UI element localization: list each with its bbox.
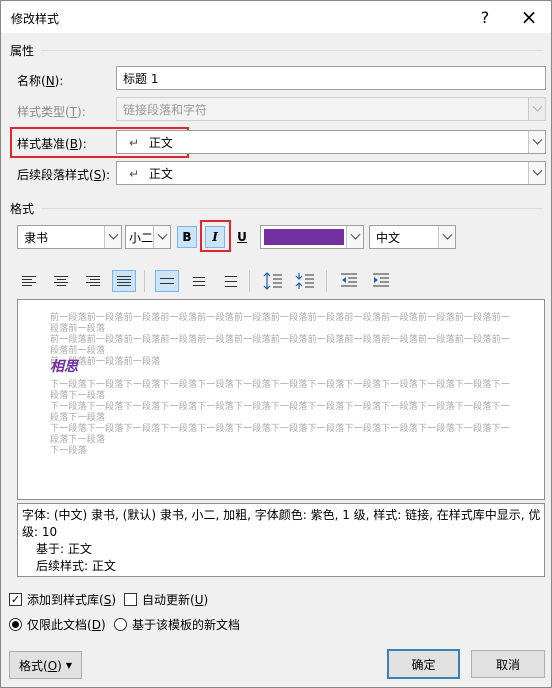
chevron-down-icon[interactable] <box>153 226 170 248</box>
preview-line: 前一段落前一段落前一段落前一段落前一段落前一段落前一段落前一段落前一段落前一段落… <box>50 335 511 356</box>
add-to-gallery-label: 添加到样式库(S) <box>27 593 116 607</box>
radio-unselected-icon <box>114 618 127 631</box>
chevron-down-icon <box>528 98 545 120</box>
preview-line: 下一段落 <box>50 446 87 456</box>
title-bar: 修改样式 ? × <box>1 1 551 33</box>
paragraph-mark-icon: ↵ <box>129 136 140 150</box>
chevron-down-icon[interactable] <box>346 226 363 248</box>
new-documents-template-label: 基于该模板的新文档 <box>132 618 241 632</box>
style-type-combo: 链接段落和字符 <box>116 97 546 121</box>
one-half-spacing-icon[interactable] <box>187 270 211 292</box>
format-button-label: 格式(O) <box>19 658 62 673</box>
single-spacing-icon[interactable] <box>155 270 179 292</box>
modify-style-dialog: 修改样式 ? × 属性 名称(N): 标题 1 样式类型(T): 链接段落和字符… <box>0 0 552 688</box>
format-menu-button[interactable]: 格式(O) ▼ <box>9 651 82 679</box>
dialog-title: 修改样式 <box>11 12 60 26</box>
script-value: 中文 <box>376 231 401 245</box>
format-group-label: 格式 <box>10 202 35 216</box>
description-line: 级: 10 <box>22 525 58 539</box>
preview-line: 前一段落前一段落前一段落 <box>50 357 161 367</box>
style-preview-pane: 前一段落前一段落前一段落前一段落前一段落前一段落前一段落前一段落前一段落前一段落… <box>17 299 545 500</box>
description-based-on: 基于: 正文 <box>36 542 92 556</box>
close-icon[interactable]: × <box>507 1 551 33</box>
toolbar-separator <box>144 270 145 292</box>
increase-indent-icon[interactable] <box>369 270 393 292</box>
style-based-on-value: 正文 <box>148 136 173 150</box>
radio-selected-icon <box>9 618 22 631</box>
bold-button[interactable]: B <box>177 226 197 248</box>
preview-line: 下一段落下一段落下一段落下一段落下一段落下一段落下一段落下一段落下一段落下一段落… <box>50 402 511 423</box>
toolbar-separator <box>249 270 250 292</box>
chevron-down-icon[interactable] <box>438 226 455 248</box>
decrease-paragraph-spacing-icon[interactable] <box>293 270 317 292</box>
align-right-icon[interactable] <box>81 270 105 292</box>
increase-paragraph-spacing-icon[interactable] <box>261 270 285 292</box>
checkbox-box <box>124 593 137 606</box>
auto-update-checkbox[interactable]: 自动更新(U) <box>124 591 208 608</box>
preview-line: 下一段落下一段落下一段落下一段落下一段落下一段落下一段落下一段落下一段落下一段落… <box>50 380 511 401</box>
dropdown-arrow-icon: ▼ <box>65 660 72 670</box>
checkmark-icon: ✓ <box>9 593 22 606</box>
name-label: 名称(N): <box>17 74 64 88</box>
following-style-value: 正文 <box>148 167 173 181</box>
chevron-down-icon[interactable] <box>528 131 545 153</box>
new-documents-template-radio[interactable]: 基于该模板的新文档 <box>114 616 240 633</box>
style-type-value: 链接段落和字符 <box>123 103 208 117</box>
chevron-down-icon[interactable] <box>104 226 121 248</box>
style-based-on-combo[interactable]: ↵ 正文 <box>116 130 546 154</box>
font-size-combo[interactable]: 小二 <box>125 225 171 249</box>
decrease-indent-icon[interactable] <box>337 270 361 292</box>
font-color-swatch <box>264 229 344 245</box>
following-style-combo[interactable]: ↵ 正文 <box>116 161 546 185</box>
name-field[interactable]: 标题 1 <box>116 66 546 90</box>
font-size-value: 小二 <box>129 231 154 245</box>
format-divider <box>41 208 543 209</box>
only-this-document-radio[interactable]: 仅限此文档(D) <box>9 616 106 633</box>
preview-previous-paragraph: 前一段落前一段落前一段落前一段落前一段落前一段落前一段落前一段落前一段落前一段落… <box>50 313 510 368</box>
following-style-label: 后续段落样式(S): <box>17 168 111 182</box>
toolbar-separator <box>326 270 327 292</box>
style-description: 字体: (中文) 隶书, (默认) 隶书, 小二, 加粗, 字体颜色: 紫色, … <box>17 503 545 577</box>
font-combo[interactable]: 隶书 <box>17 225 122 249</box>
font-color-combo[interactable] <box>260 225 364 249</box>
preview-sample-text: 相思 <box>50 359 78 375</box>
properties-divider <box>41 50 543 51</box>
font-value: 隶书 <box>24 231 49 245</box>
align-center-icon[interactable] <box>49 270 73 292</box>
script-combo[interactable]: 中文 <box>369 225 456 249</box>
preview-line: 下一段落下一段落下一段落下一段落下一段落下一段落下一段落下一段落下一段落下一段落… <box>50 424 511 445</box>
preview-line: 前一段落前一段落前一段落前一段落前一段落前一段落前一段落前一段落前一段落前一段落… <box>50 313 511 334</box>
help-icon[interactable]: ? <box>463 1 507 33</box>
preview-next-paragraph: 下一段落下一段落下一段落下一段落下一段落下一段落下一段落下一段落下一段落下一段落… <box>50 380 510 457</box>
ok-button[interactable]: 确定 <box>387 649 460 679</box>
description-line: 字体: (中文) 隶书, (默认) 隶书, 小二, 加粗, 字体颜色: 紫色, … <box>22 508 540 522</box>
add-to-gallery-checkbox[interactable]: ✓ 添加到样式库(S) <box>9 591 116 608</box>
chevron-down-icon[interactable] <box>528 162 545 184</box>
justify-icon[interactable] <box>112 270 136 292</box>
align-left-icon[interactable] <box>17 270 41 292</box>
paragraph-mark-icon: ↵ <box>129 167 140 181</box>
style-type-label: 样式类型(T): <box>17 105 86 119</box>
description-following: 后续样式: 正文 <box>36 559 116 573</box>
only-this-document-label: 仅限此文档(D) <box>27 618 106 632</box>
auto-update-label: 自动更新(U) <box>142 593 209 607</box>
cancel-button[interactable]: 取消 <box>471 650 545 678</box>
double-spacing-icon[interactable] <box>219 270 243 292</box>
style-based-on-label: 样式基准(B): <box>17 137 87 151</box>
properties-group-label: 属性 <box>10 44 35 58</box>
italic-button[interactable]: I <box>205 226 225 248</box>
underline-button[interactable]: U <box>232 226 252 248</box>
